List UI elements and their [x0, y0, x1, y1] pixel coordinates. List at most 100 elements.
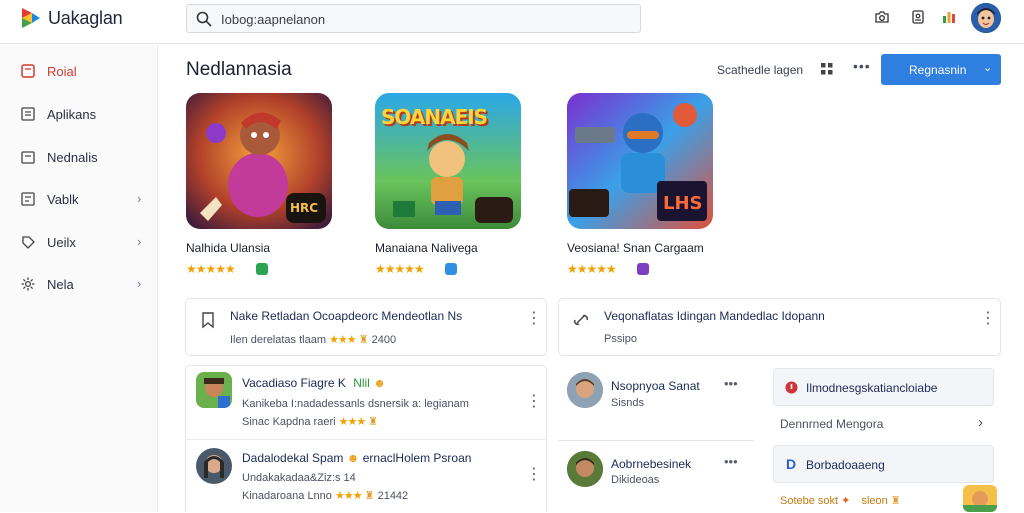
- list-item[interactable]: Nsopnyoa Sanat Sisnds •••: [558, 365, 754, 441]
- list-item[interactable]: Aobrnebesinek Dikideoas •••: [558, 445, 754, 511]
- bookmark-icon: [202, 312, 214, 329]
- game-art-image: HRC: [186, 93, 332, 229]
- news-icon: [21, 151, 35, 164]
- avatar-face-icon: [971, 3, 1001, 33]
- smile-icon: ☻: [346, 451, 360, 465]
- list-item-title-text: Vacadiaso Fiagre K: [242, 376, 346, 390]
- more-options-icon[interactable]: •••: [853, 58, 871, 74]
- chevron-right-icon: ›: [978, 414, 983, 431]
- list-item-title: Dadalodekal Spam ☻ ernaclHolem Psroan: [242, 451, 471, 465]
- list-item[interactable]: Dadalodekal Spam ☻ ernaclHolem Psroan Un…: [186, 441, 546, 513]
- more-vertical-icon[interactable]: ⋮: [526, 311, 542, 327]
- user-thumbnail: [196, 448, 232, 484]
- review-count: 2400: [371, 334, 397, 346]
- more-horizontal-icon[interactable]: •••: [724, 455, 738, 468]
- sidebar-item-label: Nela: [47, 277, 74, 292]
- primary-action-button[interactable]: Regnasnin ⌄: [881, 54, 1001, 85]
- game-title: Nalhida Ulansia: [186, 241, 271, 255]
- card-title: Nake Retladan Ocoapdeorc Mendeotlan Ns: [230, 309, 463, 323]
- document-icon[interactable]: [910, 9, 926, 25]
- menu-row-label: Dennrned Mengora: [780, 417, 884, 431]
- sidebar-item-home[interactable]: Roial: [0, 53, 158, 89]
- chevron-right-icon: ›: [137, 191, 142, 206]
- list-item-title-text: Dadalodekal Spam: [242, 451, 344, 465]
- promo-accent: sleon: [861, 495, 888, 507]
- user-list: Nsopnyoa Sanat Sisnds ••• Aobrnebesinek …: [558, 365, 758, 512]
- page-title: Nedlannasia: [186, 59, 292, 80]
- sidebar-item-label: Roial: [47, 64, 77, 79]
- user-avatar: [567, 372, 603, 408]
- menu-row[interactable]: Dennrned Mengora ›: [773, 409, 994, 439]
- trophy-icon: ♜: [890, 495, 901, 507]
- chevron-down-icon: ⌄: [983, 62, 993, 74]
- sidebar-item-label: Vablk: [47, 192, 79, 207]
- link-icon: [573, 314, 589, 326]
- alert-icon: [785, 381, 798, 394]
- apps-icon: [21, 107, 35, 121]
- review-count: 21442: [377, 490, 409, 502]
- game-card[interactable]: HRC Nalhida Ulansia ★★★★★: [186, 93, 346, 283]
- list-item-meta-text: Sinac Kapdna raeri: [242, 416, 336, 428]
- list-item-title: Vacadiaso Fiagre K Nlil ☻: [242, 376, 386, 390]
- game-thumbnail: [196, 372, 232, 408]
- game-card[interactable]: SOANAEIS Manaiana Nalivega ★★★★★: [375, 93, 535, 283]
- shortcut-row[interactable]: D Borbadoaaeng: [773, 445, 994, 483]
- user-name: Aobrnebesinek: [611, 457, 692, 471]
- shortcut-label: Borbadoaaeng: [806, 458, 885, 472]
- card-title: Veqonaflatas Idingan Mandedlac Idopann: [604, 309, 825, 323]
- chart-icon[interactable]: [941, 9, 957, 25]
- platform-badge-icon: [256, 263, 268, 275]
- list-item-title-accent: Nlil: [353, 376, 370, 390]
- tag-icon: [22, 236, 35, 249]
- promo-row[interactable]: Sotebe sokt ✦ sleon ♜: [773, 485, 1001, 512]
- list-item-meta-text: Kinadaroana Lnno: [242, 490, 332, 502]
- promo-label: Sotebe sokt: [780, 495, 839, 507]
- rating-stars: ★★★★★: [186, 262, 236, 276]
- sidebar-item-news[interactable]: Nednalis: [0, 139, 158, 175]
- grid-view-icon[interactable]: [821, 63, 833, 75]
- user-subtitle: Dikideoas: [611, 474, 660, 486]
- rating-stars: ★★★★★: [375, 262, 425, 276]
- user-avatar[interactable]: [971, 3, 1001, 33]
- sidebar: Roial Aplikans Nednalis Vablk › Ueilx ›: [0, 45, 158, 512]
- card-subtitle: Pssipo: [604, 333, 638, 345]
- list-item[interactable]: Vacadiaso Fiagre K Nlil ☻ Kanikeba I:nad…: [186, 366, 546, 440]
- game-title: Manaiana Nalivega: [375, 241, 478, 255]
- more-vertical-icon[interactable]: ⋮: [526, 394, 542, 410]
- featured-item-card[interactable]: Veqonaflatas Idingan Mandedlac Idopann P…: [558, 298, 1001, 356]
- platform-badge-icon: [637, 263, 649, 275]
- rating-stars: ★★★★★: [567, 262, 617, 276]
- top-bar: Uakaglan: [0, 0, 1024, 44]
- search-input[interactable]: [221, 9, 621, 29]
- camera-icon[interactable]: [874, 9, 890, 25]
- promo-text: Sotebe sokt ✦ sleon ♜: [780, 494, 901, 507]
- list-item-meta: Kinadaroana Lnno ★★★ ♜ 21442: [242, 489, 408, 502]
- sort-label[interactable]: Scathedle lagen: [717, 63, 803, 77]
- chevron-right-icon: ›: [137, 276, 142, 291]
- app-title: Uakaglan: [48, 8, 123, 28]
- search-icon: [196, 11, 212, 27]
- sidebar-item-tag[interactable]: Ueilx ›: [0, 224, 158, 260]
- list-item-desc: Kanikeba I:nadadessanls dsnersik a: legi…: [242, 398, 469, 410]
- list-item-desc: Undakakadaa&Ziz:s 14: [242, 472, 356, 484]
- more-vertical-icon[interactable]: ⋮: [980, 311, 996, 327]
- sidebar-item-label: Aplikans: [47, 107, 97, 122]
- rating-stars: ★★★: [334, 490, 363, 502]
- app-logo-icon: [22, 8, 40, 28]
- sidebar-item-label: Nednalis: [47, 150, 98, 165]
- d-icon: D: [786, 456, 797, 472]
- more-vertical-icon[interactable]: ⋮: [526, 467, 542, 483]
- sidebar-item-apps[interactable]: Aplikans: [0, 96, 158, 132]
- game-card[interactable]: LHS Veosiana! Snan Cargaam ★★★★★: [567, 93, 727, 283]
- sidebar-item-settings[interactable]: Nela ›: [0, 266, 158, 302]
- alert-row[interactable]: Ilmodnesgskatiancloiabe: [773, 368, 994, 406]
- sparkle-icon: ✦: [841, 495, 851, 507]
- game-art-image: LHS: [567, 93, 713, 229]
- search-box[interactable]: [186, 4, 641, 33]
- featured-item-card[interactable]: Nake Retladan Ocoapdeorc Mendeotlan Ns I…: [185, 298, 547, 356]
- more-horizontal-icon[interactable]: •••: [724, 377, 738, 390]
- chevron-right-icon: ›: [137, 234, 142, 249]
- user-name: Nsopnyoa Sanat: [611, 379, 700, 393]
- smile-icon: ☻: [373, 376, 386, 390]
- sidebar-item-list[interactable]: Vablk ›: [0, 181, 158, 217]
